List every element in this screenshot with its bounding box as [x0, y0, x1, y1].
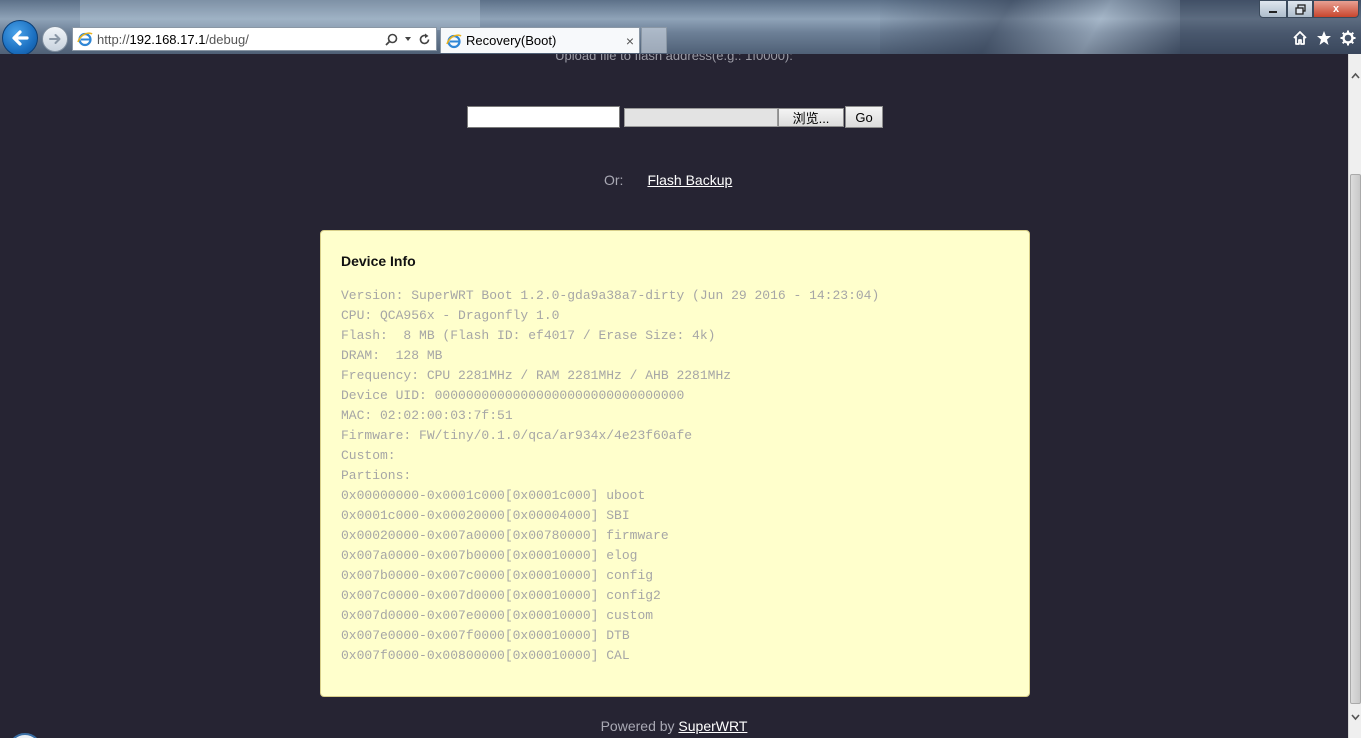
vertical-scrollbar[interactable]: [1348, 54, 1361, 738]
partition-row: 0x00000000-0x0001c000[0x0001c000] uboot: [341, 488, 646, 503]
superwrt-link[interactable]: SuperWRT: [678, 718, 747, 734]
window-controls: x: [1259, 0, 1359, 18]
minimize-icon: [1269, 11, 1277, 13]
info-line-mac: MAC: 02:02:00:03:7f:51: [341, 408, 513, 423]
powered-by-label: Powered by: [600, 718, 679, 734]
info-line-frequency: Frequency: CPU 2281MHz / RAM 2281MHz / A…: [341, 368, 732, 383]
browser-toolbar: [1292, 30, 1356, 46]
address-url[interactable]: http://192.168.17.1/debug/: [97, 32, 385, 47]
ie-tab-icon: [446, 33, 462, 48]
device-info-lines: Version: SuperWRT Boot 1.2.0-gda9a38a7-d…: [341, 286, 879, 666]
info-line-version: Version: SuperWRT Boot 1.2.0-gda9a38a7-d…: [341, 288, 880, 303]
address-bar[interactable]: http://192.168.17.1/debug/: [72, 27, 437, 51]
new-tab-button[interactable]: [641, 27, 667, 53]
device-info-title: Device Info: [341, 253, 416, 269]
close-icon: x: [1332, 3, 1340, 15]
info-line-firmware: Firmware: FW/tiny/0.1.0/qca/ar934x/4e23f…: [341, 428, 693, 443]
scroll-down-button[interactable]: [1349, 710, 1361, 724]
home-icon[interactable]: [1292, 30, 1308, 46]
url-path: /debug/: [205, 31, 249, 47]
maximize-button[interactable]: [1287, 0, 1313, 18]
partition-row: 0x007b0000-0x007c0000[0x00010000] config: [341, 568, 654, 583]
ie-page-icon: [77, 32, 93, 47]
partition-row: 0x0001c000-0x00020000[0x00004000] SBI: [341, 508, 630, 523]
scroll-thumb[interactable]: [1350, 174, 1361, 704]
partition-row: 0x007d0000-0x007e0000[0x00010000] custom: [341, 608, 654, 623]
gear-icon[interactable]: [1340, 30, 1356, 46]
device-info-panel: Device Info Version: SuperWRT Boot 1.2.0…: [320, 230, 1030, 697]
window-background: [880, 0, 1180, 54]
url-scheme: http://: [97, 31, 130, 47]
partition-row: 0x00020000-0x007a0000[0x00780000] firmwa…: [341, 528, 669, 543]
browse-button[interactable]: 浏览...: [778, 107, 844, 127]
scroll-up-button[interactable]: [1349, 68, 1361, 82]
page-footer: Powered by SuperWRT: [0, 718, 1348, 734]
tab-title: Recovery(Boot): [466, 33, 557, 48]
forward-arrow-icon: [49, 34, 61, 44]
refresh-icon[interactable]: [418, 33, 431, 46]
info-line-partitions-header: Partions:: [341, 468, 412, 483]
minimize-button[interactable]: [1259, 0, 1287, 18]
partition-row: 0x007f0000-0x00800000[0x00010000] CAL: [341, 648, 630, 663]
chevron-down-icon[interactable]: [404, 35, 412, 43]
info-line-flash: Flash: 8 MB (Flash ID: ef4017 / Erase Si…: [341, 328, 716, 343]
info-line-custom: Custom:: [341, 448, 396, 463]
back-arrow-icon: [12, 30, 29, 46]
close-tab-icon[interactable]: ×: [621, 33, 639, 49]
chevron-down-icon: [1351, 713, 1360, 720]
partition-row: 0x007e0000-0x007f0000[0x00010000] DTB: [341, 628, 630, 643]
restore-icon: [1294, 3, 1306, 15]
back-button[interactable]: [2, 20, 38, 54]
go-button[interactable]: Go: [845, 106, 883, 128]
page-content: Upload file to flash address(e.g.: 1f000…: [0, 54, 1348, 738]
file-path-field[interactable]: [624, 107, 778, 127]
flash-upload-form: 浏览... Go: [467, 106, 883, 128]
info-line-cpu: CPU: QCA956x - Dragonfly 1.0: [341, 308, 560, 323]
info-line-device-uid: Device UID: 0000000000000000000000000000…: [341, 388, 685, 403]
alternative-action: Or: Flash Backup: [604, 172, 732, 188]
or-label: Or:: [604, 172, 624, 188]
partition-row: 0x007a0000-0x007b0000[0x00010000] elog: [341, 548, 638, 563]
window-background: [80, 0, 480, 30]
url-host: 192.168.17.1: [129, 31, 206, 47]
partition-row: 0x007c0000-0x007d0000[0x00010000] config…: [341, 588, 661, 603]
flash-address-input[interactable]: [467, 106, 620, 128]
upload-hint: Upload file to flash address(e.g.: 1f000…: [555, 54, 793, 63]
search-icon[interactable]: [385, 33, 398, 46]
chevron-up-icon: [1351, 72, 1360, 79]
tab-recovery-boot[interactable]: Recovery(Boot) ×: [440, 27, 640, 53]
close-window-button[interactable]: x: [1313, 0, 1359, 18]
flash-backup-link[interactable]: Flash Backup: [647, 172, 732, 188]
browser-chrome: http://192.168.17.1/debug/ Recovery(Boot…: [0, 0, 1361, 54]
info-line-dram: DRAM: 128 MB: [341, 348, 443, 363]
forward-button[interactable]: [42, 26, 68, 52]
star-icon[interactable]: [1316, 30, 1332, 46]
